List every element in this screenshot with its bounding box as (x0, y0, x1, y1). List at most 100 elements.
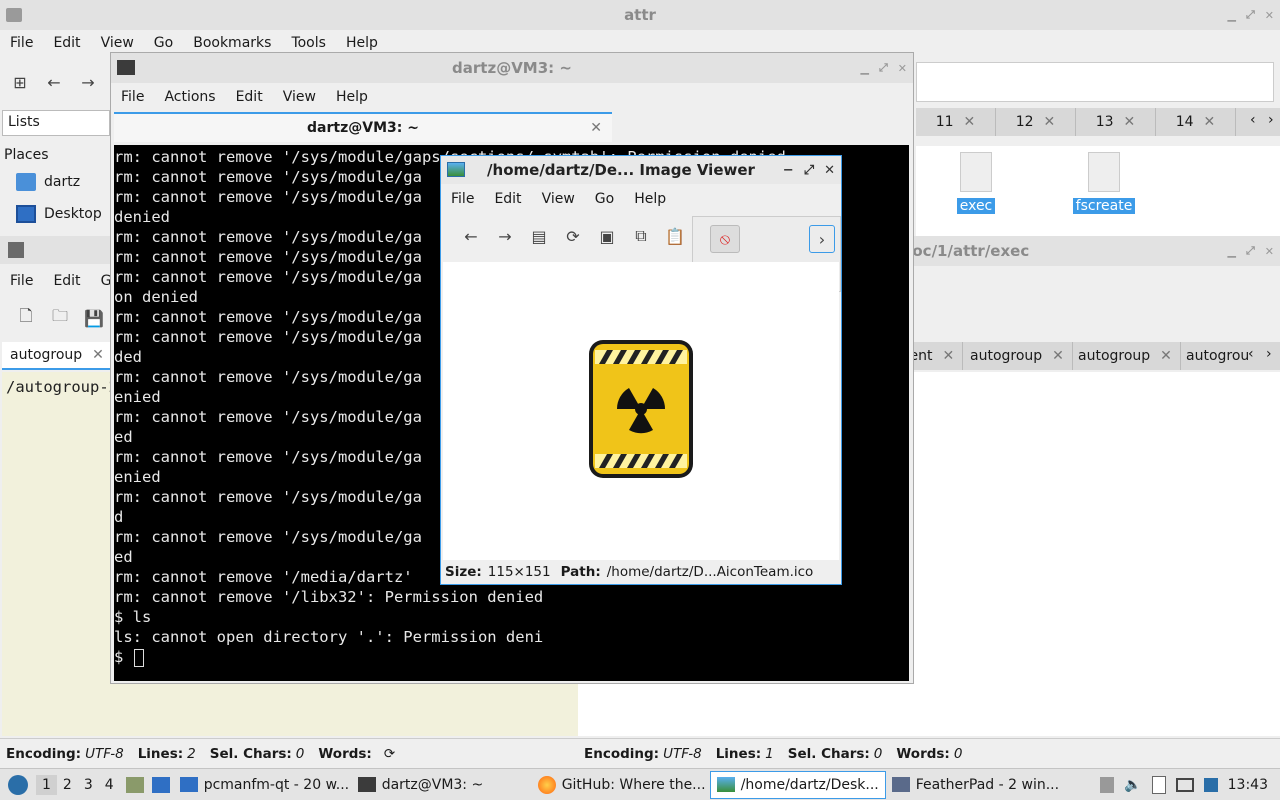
place-item-desktop[interactable]: Desktop (16, 205, 102, 223)
tab-scroll-right-icon[interactable]: › (1266, 346, 1272, 362)
viewer-titlebar[interactable]: /home/dartz/De... Image Viewer − ⤢ ✕ (441, 156, 841, 184)
close-icon[interactable]: ✕ (1204, 114, 1216, 130)
maximize-icon[interactable]: ⤢ (1246, 8, 1255, 22)
update-notifier-icon[interactable] (1203, 777, 1218, 792)
terminal-menu-view[interactable]: View (273, 89, 326, 105)
fm-menu-bookmarks[interactable]: Bookmarks (183, 35, 281, 51)
image-canvas[interactable] (443, 262, 839, 560)
editor-left-menu-edit[interactable]: Edit (43, 273, 90, 289)
image-viewer-icon (716, 777, 735, 792)
viewer-menu-go[interactable]: Go (585, 191, 624, 207)
fm-menu-file[interactable]: File (0, 35, 43, 51)
close-icon[interactable]: ✕ (1265, 9, 1274, 22)
clock[interactable]: 13:43 (1228, 777, 1268, 793)
close-icon[interactable]: ✕ (1124, 114, 1136, 130)
editor-left-tab-autogroup[interactable]: autogroup ✕ (2, 342, 112, 370)
terminal-titlebar[interactable]: dartz@VM3: ~ ▁ ⤢ ✕ (111, 53, 913, 83)
copy-icon[interactable]: ⧉ (629, 224, 653, 248)
tab-scroll-right-icon[interactable]: › (1268, 112, 1274, 128)
minimize-icon[interactable]: ▁ (1228, 9, 1236, 22)
viewer-menu-help[interactable]: Help (624, 191, 676, 207)
workspace-4[interactable]: 4 (99, 775, 120, 795)
close-icon[interactable]: ✕ (590, 120, 602, 136)
close-icon[interactable]: ✕ (1044, 114, 1056, 130)
maximize-icon[interactable]: ⤢ (1246, 244, 1255, 258)
save-icon[interactable]: ▣ (595, 224, 619, 248)
fm-tab-11[interactable]: 11 ✕ (916, 108, 996, 136)
workspace-2[interactable]: 2 (57, 775, 78, 795)
viewer-menu-edit[interactable]: Edit (484, 191, 531, 207)
fm-titlebar[interactable]: attr ▁ ⤢ ✕ (0, 0, 1280, 30)
close-icon[interactable]: ✕ (898, 62, 907, 75)
save-icon[interactable]: 💾 (82, 306, 106, 330)
desktop-launcher-icon[interactable] (151, 776, 170, 793)
close-icon[interactable]: ✕ (92, 347, 104, 363)
viewer-menu-view[interactable]: View (532, 191, 585, 207)
file-item-fscreate[interactable]: fscreate (1072, 152, 1136, 214)
minimize-icon[interactable]: ▁ (1228, 245, 1236, 258)
delete-forbidden-icon[interactable]: ⦸ (710, 225, 740, 253)
close-icon[interactable]: ✕ (964, 114, 976, 130)
task-pcmanfm[interactable]: pcmanfm-qt - 20 w... (174, 771, 352, 799)
fm-menu-go[interactable]: Go (144, 35, 183, 51)
maximize-icon[interactable]: ⤢ (804, 163, 814, 178)
viewer-title: /home/dartz/De... Image Viewer (487, 161, 755, 179)
task-firefox[interactable]: GitHub: Where the... (532, 771, 710, 799)
forward-arrow-icon[interactable]: → (76, 70, 100, 94)
clipboard-icon[interactable] (1151, 775, 1166, 794)
terminal-menu-help[interactable]: Help (326, 89, 378, 105)
file-item-exec[interactable]: exec (956, 152, 996, 214)
fm-sidebar-selector[interactable]: Lists (2, 110, 110, 136)
tab-scroll-left-icon[interactable]: ‹ (1248, 346, 1254, 362)
close-icon[interactable]: ✕ (1265, 245, 1274, 258)
screen-icon[interactable] (1175, 777, 1194, 792)
fm-tab-12[interactable]: 12 ✕ (996, 108, 1076, 136)
terminal-tab[interactable]: dartz@VM3: ~ ✕ (114, 112, 612, 142)
editor-left-menu-file[interactable]: File (0, 273, 43, 289)
close-icon[interactable]: ✕ (943, 348, 955, 364)
editor-right-tab-autogroup-2[interactable]: autogroup ✕ (1070, 342, 1181, 370)
fm-menu-edit[interactable]: Edit (43, 35, 90, 51)
open-file-icon[interactable]: ▤ (527, 224, 551, 248)
maximize-icon[interactable]: ⤢ (879, 61, 888, 75)
previous-image-icon[interactable]: ← (459, 224, 483, 248)
viewer-menu-file[interactable]: File (441, 191, 484, 207)
workspace-3[interactable]: 3 (78, 775, 99, 795)
fm-menu-help[interactable]: Help (336, 35, 388, 51)
back-arrow-icon[interactable]: ← (42, 70, 66, 94)
volume-icon[interactable]: 🔈 (1124, 777, 1141, 793)
minimize-icon[interactable]: ▁ (861, 62, 869, 75)
terminal-menu-edit[interactable]: Edit (226, 89, 273, 105)
place-item-dartz[interactable]: dartz (16, 173, 80, 191)
open-folder-icon[interactable]: 🗀 (48, 306, 72, 330)
paste-icon[interactable]: 📋 (663, 224, 687, 248)
fm-menu-view[interactable]: View (91, 35, 144, 51)
tab-scroll-left-icon[interactable]: ‹ (1250, 112, 1256, 128)
task-terminal[interactable]: dartz@VM3: ~ (352, 771, 532, 799)
reload-icon[interactable]: ⟳ (561, 224, 585, 248)
tray-show-desktop-icon[interactable] (1100, 776, 1115, 793)
files-launcher-icon[interactable] (125, 776, 144, 793)
workspace-1[interactable]: 1 (36, 774, 57, 795)
terminal-menu-file[interactable]: File (111, 89, 154, 105)
editor-right-tab-autogroup[interactable]: autogroup ✕ (962, 342, 1073, 370)
new-window-icon[interactable]: ⊞ (8, 70, 32, 94)
toolbar-expand-icon[interactable]: › (809, 225, 835, 253)
close-icon[interactable]: ✕ (1160, 348, 1172, 364)
close-icon[interactable]: ✕ (824, 163, 835, 178)
start-menu-icon[interactable] (8, 774, 28, 795)
close-icon[interactable]: ✕ (1052, 348, 1064, 364)
minimize-icon[interactable]: − (783, 163, 794, 178)
sel-chars-value: 0 (873, 745, 883, 762)
next-image-icon[interactable]: → (493, 224, 517, 248)
lines-value: 2 (187, 745, 196, 762)
refresh-icon[interactable]: ⟳ (384, 746, 395, 762)
fm-tab-13[interactable]: 13 ✕ (1076, 108, 1156, 136)
fm-address-bar[interactable] (916, 62, 1274, 102)
task-featherpad[interactable]: FeatherPad - 2 win... (886, 771, 1062, 799)
fm-menu-tools[interactable]: Tools (281, 35, 336, 51)
new-document-icon[interactable]: 🗋 (14, 306, 38, 330)
task-image-viewer[interactable]: /home/dartz/Desk... (709, 770, 886, 799)
terminal-menu-actions[interactable]: Actions (154, 89, 225, 105)
fm-tab-14[interactable]: 14 ✕ (1156, 108, 1236, 136)
